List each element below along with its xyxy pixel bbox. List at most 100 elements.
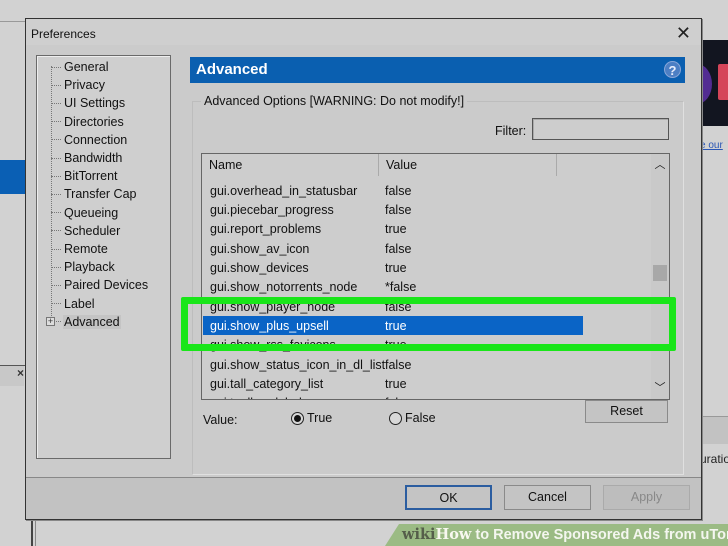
list-row[interactable]: gui.report_problems true <box>203 220 652 239</box>
tree-connector-dash <box>51 66 61 68</box>
row-name: gui.overhead_in_statusbar <box>210 183 358 198</box>
list-row[interactable]: gui.overhead_in_statusbar false <box>203 181 652 200</box>
tree-item-general[interactable]: General <box>51 58 109 76</box>
apply-button[interactable]: Apply <box>603 485 690 510</box>
radio-true-indicator[interactable] <box>291 411 304 425</box>
tree-item-privacy[interactable]: Privacy <box>51 76 106 94</box>
row-name: gui.piecebar_progress <box>210 202 334 217</box>
filter-input[interactable] <box>532 118 669 140</box>
tree-item-paired-devices[interactable]: Paired Devices <box>51 276 149 294</box>
tree-connector-dash <box>51 284 61 286</box>
dialog-footer: OK Cancel Apply <box>26 477 701 519</box>
tree-connector-dash <box>51 212 61 214</box>
tree-item-label: Scheduler <box>64 223 121 238</box>
tree-item-label: Advanced <box>63 314 121 329</box>
list-row[interactable]: gui.show_status_icon_in_dl_list false <box>203 355 652 374</box>
tree-item-directories[interactable]: Directories <box>51 113 125 131</box>
tree-item-label: Bandwidth <box>64 151 123 165</box>
highlight-annotation <box>181 297 676 351</box>
list-row[interactable]: gui.tall_category_list true <box>203 375 652 394</box>
background-panel-edge <box>31 520 36 546</box>
value-label: Value: <box>203 413 238 427</box>
scroll-thumb[interactable] <box>653 265 667 281</box>
section-header: Advanced ? <box>190 57 685 83</box>
watermark-title: to Remove Sponsored Ads from uTorrent <box>475 527 728 543</box>
tree-item-label: Queueing <box>64 205 119 220</box>
radio-false-indicator[interactable] <box>389 411 402 425</box>
tree-item-label: Paired Devices <box>64 278 149 293</box>
background-advertisement[interactable] <box>700 40 728 126</box>
tree-item-label: Remote <box>64 242 108 256</box>
scroll-up-icon[interactable]: ︿ <box>651 156 669 174</box>
tree-connector-dash <box>51 84 61 86</box>
row-name: gui.show_av_icon <box>210 241 310 256</box>
radio-true[interactable]: True <box>291 411 332 425</box>
row-value: false <box>385 241 412 256</box>
watermark-how: How <box>435 526 472 543</box>
list-row[interactable]: gui.show_notorrents_node *false <box>203 278 652 297</box>
row-value: false <box>385 396 411 399</box>
radio-false[interactable]: False <box>389 411 436 425</box>
preferences-tree: General Privacy UI Settings Directories Conn… <box>36 55 171 459</box>
column-header-value[interactable]: Value <box>379 154 557 176</box>
tree-item-playback[interactable]: Playback <box>51 258 116 276</box>
list-row[interactable]: gui.piecebar_progress false <box>203 200 652 219</box>
tree-connector-dash <box>51 157 61 159</box>
tree-item-transfer-cap[interactable]: Transfer Cap <box>51 185 137 203</box>
list-row[interactable]: gui.show_devices true <box>203 258 652 277</box>
column-header-name[interactable]: Name <box>202 154 379 176</box>
tree-item-label: UI Settings <box>64 96 126 111</box>
tree-item-scheduler[interactable]: Scheduler <box>51 222 121 240</box>
background-link[interactable]: e our <box>700 140 723 151</box>
tree-item-label: Privacy <box>64 78 105 93</box>
section-title: Advanced <box>196 61 268 78</box>
reset-button[interactable]: Reset <box>585 400 668 423</box>
list-scrollbar[interactable]: ︿ ﹀ <box>651 154 669 399</box>
row-name: gui.toolbar_labels <box>203 396 385 399</box>
column-header-spacer <box>557 154 652 176</box>
tree-item-label: Connection <box>64 132 128 147</box>
tree-connector-dash <box>51 266 61 268</box>
dialog-title: Preferences <box>31 27 96 41</box>
radio-true-label: True <box>307 411 333 425</box>
background-close-icon[interactable]: × <box>17 366 24 380</box>
close-icon[interactable]: ✕ <box>676 24 691 42</box>
tree-item-queueing[interactable]: Queueing <box>51 204 119 222</box>
ad-graphic-red <box>718 64 728 100</box>
tree-item-bittorrent[interactable]: BitTorrent <box>51 167 119 185</box>
help-icon[interactable]: ? <box>664 61 681 78</box>
tree-item-advanced[interactable]: + Advanced <box>46 313 121 331</box>
row-value: true <box>385 377 407 391</box>
tree-item-label[interactable]: Label <box>51 295 96 313</box>
scroll-down-icon[interactable]: ﹀ <box>651 379 669 397</box>
row-value: true <box>385 222 407 237</box>
preferences-dialog: Preferences ✕ General Privacy UI Settings D… <box>25 18 702 520</box>
row-name: gui.report_problems <box>210 222 322 237</box>
advanced-options-group: Advanced Options [WARNING: Do not modify… <box>192 94 684 475</box>
tree-connector-dash <box>51 248 61 250</box>
tree-item-label: Transfer Cap <box>64 187 137 202</box>
row-name: gui.tall_category_list <box>210 377 324 391</box>
advanced-options-list[interactable]: Name Value gui.overhead_in_statusbar fals… <box>201 153 670 400</box>
tree-item-remote[interactable]: Remote <box>51 240 109 258</box>
row-value: *false <box>385 280 417 295</box>
radio-dot <box>294 414 301 422</box>
group-label: Advanced Options [WARNING: Do not modify… <box>201 94 468 108</box>
expand-icon[interactable]: + <box>46 316 55 326</box>
tree-item-label: BitTorrent <box>64 169 118 184</box>
row-name: gui.show_devices <box>210 260 309 275</box>
list-header: Name Value <box>202 154 652 176</box>
tree-item-connection[interactable]: Connection <box>51 131 128 149</box>
ok-button[interactable]: OK <box>405 485 492 510</box>
row-name: gui.show_status_icon_in_dl_list <box>210 357 385 372</box>
tree-connector-dash <box>51 303 61 305</box>
dialog-body: General Privacy UI Settings Directories Conn… <box>26 45 701 477</box>
background-selected-item <box>0 160 26 194</box>
tree-item-ui-settings[interactable]: UI Settings <box>51 94 126 112</box>
cancel-button[interactable]: Cancel <box>504 485 591 510</box>
list-row[interactable]: gui.show_av_icon false <box>203 239 652 258</box>
tree-item-label: Playback <box>64 260 115 275</box>
radio-false-label: False <box>405 411 436 425</box>
tree-connector-dash <box>51 102 61 104</box>
tree-item-bandwidth[interactable]: Bandwidth <box>51 149 123 167</box>
